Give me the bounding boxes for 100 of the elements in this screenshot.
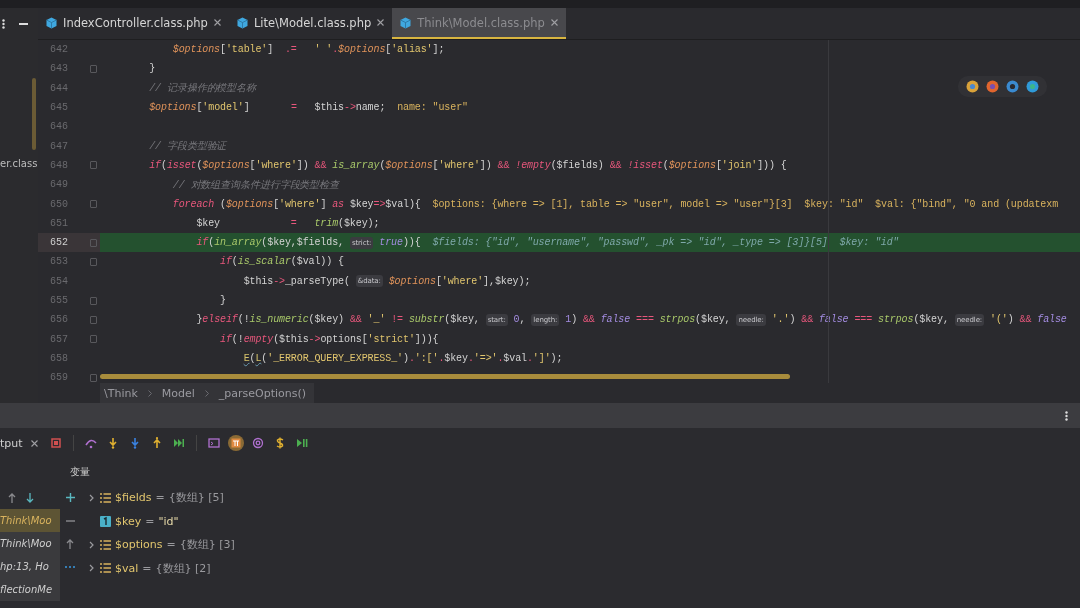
code-text: empty — [243, 333, 274, 345]
code-text: $key — [444, 352, 468, 364]
evaluate-icon[interactable] — [228, 435, 244, 451]
file-name: er.class — [0, 158, 38, 169]
arrow-up-icon[interactable] — [8, 492, 16, 503]
editor-tab[interactable]: IndexController.class.php — [38, 8, 229, 39]
line-number: 647 — [49, 139, 68, 154]
close-icon[interactable] — [30, 439, 38, 447]
code-text: $options — [149, 102, 197, 114]
code-text: ) — [1007, 314, 1014, 326]
browser-icon[interactable] — [1026, 80, 1039, 93]
code-text: $options — [338, 44, 386, 56]
code-text: is_scalar — [237, 256, 291, 268]
code-text: ($this — [273, 333, 309, 345]
close-icon[interactable] — [377, 19, 385, 26]
code-text: != — [391, 314, 403, 326]
line-number: 659 — [49, 371, 68, 383]
panel-tab[interactable]: tput — [0, 436, 23, 450]
code-text: )){ — [402, 237, 421, 249]
code-text: ] — [267, 44, 274, 56]
code-text: '=>' — [473, 352, 498, 364]
line-number: 656 — [49, 313, 68, 328]
arrow-up-icon[interactable] — [66, 538, 74, 549]
more-icon[interactable] — [1065, 410, 1068, 421]
code-text: = — [290, 217, 297, 229]
code-text: 0 — [513, 314, 520, 326]
code-text: strpos — [659, 314, 696, 326]
code-text: name; — [355, 102, 386, 114]
line-number: 653 — [49, 255, 68, 270]
code-text: && — [582, 314, 595, 326]
code-text: } — [196, 314, 203, 326]
arrow-down-icon[interactable] — [26, 492, 34, 503]
stack-frame[interactable]: hp:13, Ho — [0, 555, 60, 578]
scrollbar[interactable] — [32, 78, 36, 150]
close-icon[interactable] — [550, 19, 558, 26]
variable-value: {数组} [3] — [179, 537, 235, 553]
code-text: [ — [196, 102, 203, 114]
code-text: 1 — [565, 314, 572, 326]
watch-icon[interactable] — [250, 435, 266, 451]
remove-icon[interactable] — [65, 519, 75, 522]
code-text: ($key) — [308, 314, 344, 326]
close-icon[interactable] — [213, 19, 221, 26]
variable-name: $key — [115, 514, 142, 528]
variable-name: $val — [115, 561, 139, 575]
code-text: as — [332, 198, 344, 210]
code-text: ']' — [532, 352, 551, 364]
stack-frame[interactable]: flectionMe — [0, 578, 60, 601]
line-number: 658 — [49, 351, 68, 366]
code-text: ($key, — [913, 314, 949, 326]
browser-icon[interactable] — [966, 80, 979, 93]
code-text: } — [149, 63, 156, 75]
code-text: ( — [161, 159, 167, 171]
more-icon[interactable] — [2, 19, 5, 29]
code-text: ] — [243, 102, 250, 114]
code-text: 'model' — [202, 102, 244, 114]
equals-sign: = — [166, 538, 176, 552]
code-text: ); — [550, 352, 563, 364]
code-comment: // 记录操作的模型名称 — [149, 82, 257, 96]
code-text: ],$key); — [483, 275, 531, 287]
code-text: === — [854, 314, 873, 326]
code-text: [ — [432, 159, 439, 171]
code-text: ])){ — [414, 333, 439, 345]
variable-value: "id" — [158, 514, 179, 528]
chevron-icon — [147, 389, 152, 397]
stop-icon[interactable] — [48, 435, 64, 451]
code-text: ) — [403, 352, 409, 364]
code-text: 'where' — [255, 159, 297, 171]
add-icon[interactable] — [65, 493, 75, 502]
list-icon — [100, 492, 111, 503]
stack-frame[interactable]: Think\Moo — [0, 532, 60, 555]
breadcrumb-item[interactable]: _parseOptions() — [218, 386, 307, 400]
code-text: && — [497, 159, 510, 171]
editor-tab[interactable]: Lite\Model.class.php — [228, 8, 393, 39]
code-text: $key — [349, 198, 374, 210]
code-text: ])) { — [757, 159, 787, 171]
code-text: if — [196, 237, 209, 249]
code-text: '.' — [771, 314, 790, 326]
code-text: $val — [503, 352, 527, 364]
code-text: . — [497, 352, 504, 364]
scrollbar[interactable] — [100, 374, 790, 379]
stack-frame[interactable]: Think\Moo — [0, 509, 60, 532]
inline-value: name: "user" — [397, 102, 468, 114]
line-number: 642 — [49, 43, 68, 58]
code-text: ($key, — [444, 314, 480, 326]
code-text: ($key); — [338, 217, 380, 229]
breadcrumb-item[interactable]: Model — [161, 386, 195, 400]
line-number: 643 — [49, 62, 68, 77]
code-text: options[ — [320, 333, 368, 345]
browser-icon[interactable] — [1006, 80, 1019, 93]
code-text: $options — [668, 159, 716, 171]
list-icon — [100, 563, 111, 574]
line-number: 657 — [49, 332, 68, 347]
code-text: '_' — [367, 314, 386, 326]
browser-icon[interactable] — [986, 80, 999, 93]
code-text: ] — [320, 198, 327, 210]
code-comment: // 对数组查询条件进行字段类型检查 — [172, 178, 339, 192]
code-text: . — [526, 352, 533, 364]
breadcrumb-item[interactable]: \Think — [104, 386, 138, 400]
code-text: ( — [249, 352, 256, 364]
console-icon[interactable] — [206, 435, 222, 451]
